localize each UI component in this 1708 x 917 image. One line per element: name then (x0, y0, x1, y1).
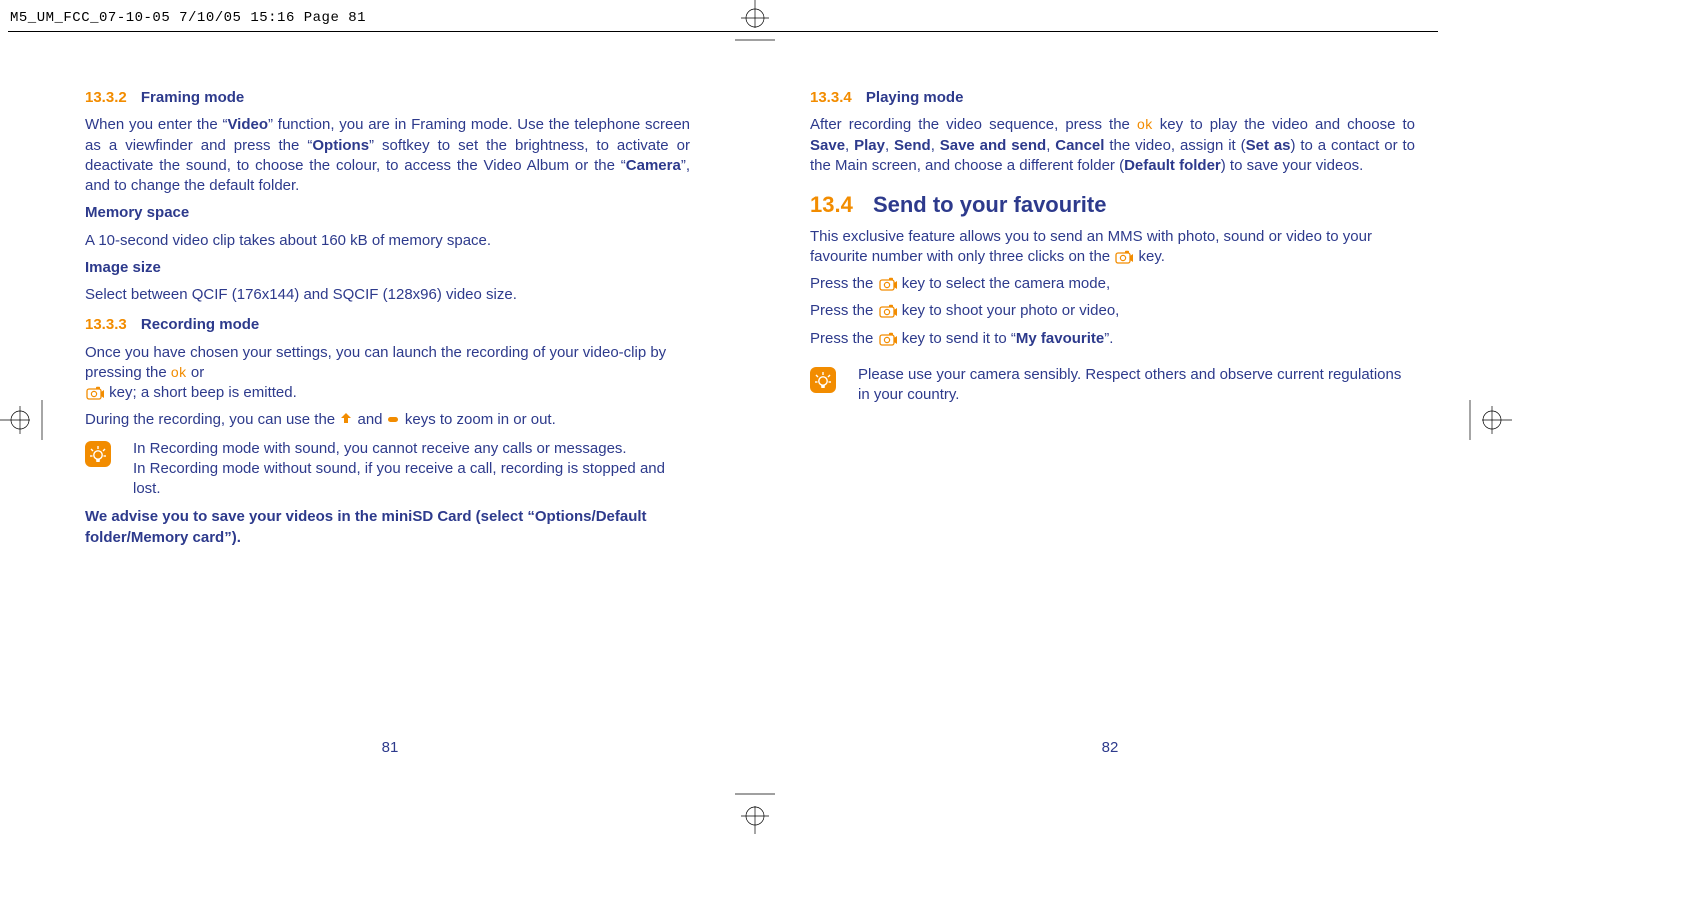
section-number: 13.3.4 (810, 89, 852, 106)
note-text: In Recording mode with sound, you cannot… (133, 439, 690, 500)
camera-key-icon (879, 332, 897, 346)
crop-mark-right (1468, 400, 1512, 440)
memory-space-heading: Memory space (85, 203, 690, 223)
section-number: 13.4 (810, 192, 853, 217)
section-number: 13.3.2 (85, 89, 127, 106)
page-footer: 81 82 (30, 738, 1470, 768)
playing-paragraph: After recording the video sequence, pres… (810, 115, 1415, 176)
bulb-icon (810, 367, 836, 393)
advise-text: We advise you to save your videos in the… (85, 507, 690, 548)
crop-mark-top (735, 0, 775, 42)
page-81: 13.3.2 Framing mode When you enter the “… (30, 82, 750, 555)
heading-13-3-3: 13.3.3 Recording mode (85, 315, 690, 335)
nav-up-icon (339, 411, 353, 430)
ok-key-icon: ok (171, 364, 187, 380)
image-size-text: Select between QCIF (176x144) and SQCIF … (85, 285, 690, 305)
nav-right-icon (387, 411, 401, 430)
section-number: 13.3.3 (85, 316, 127, 333)
memory-space-text: A 10-second video clip takes about 160 k… (85, 231, 690, 251)
section-title: Framing mode (141, 89, 244, 106)
page-82: 13.3.4 Playing mode After recording the … (750, 82, 1470, 555)
heading-13-3-2: 13.3.2 Framing mode (85, 88, 690, 108)
heading-13-3-4: 13.3.4 Playing mode (810, 88, 1415, 108)
heading-13-4: 13.4 Send to your favourite (810, 190, 1415, 220)
crop-mark-bottom (735, 792, 775, 834)
recording-paragraph-2: During the recording, you can use the an… (85, 410, 690, 430)
bulb-icon (85, 441, 111, 467)
image-size-heading: Image size (85, 258, 690, 278)
section-title: Send to your favourite (873, 192, 1106, 217)
favourite-step-1: Press the key to select the camera mode, (810, 274, 1415, 294)
favourite-step-2: Press the key to shoot your photo or vid… (810, 301, 1415, 321)
recording-note: In Recording mode with sound, you cannot… (85, 439, 690, 500)
header-rule (8, 31, 1438, 32)
sensible-use-note: Please use your camera sensibly. Respect… (810, 365, 1415, 406)
note-text: Please use your camera sensibly. Respect… (858, 365, 1415, 406)
recording-paragraph-1: Once you have chosen your settings, you … (85, 343, 690, 404)
page-spread: 13.3.2 Framing mode When you enter the “… (30, 82, 1470, 555)
ok-key-icon: ok (1137, 116, 1153, 132)
favourite-step-3: Press the key to send it to “My favourit… (810, 329, 1415, 349)
camera-key-icon (879, 277, 897, 291)
framing-paragraph: When you enter the “Video” function, you… (85, 115, 690, 196)
favourite-intro: This exclusive feature allows you to sen… (810, 227, 1415, 268)
section-title: Recording mode (141, 316, 259, 333)
camera-key-icon (1115, 250, 1133, 264)
file-stamp: M5_UM_FCC_07-10-05 7/10/05 15:16 Page 81 (10, 10, 366, 26)
section-title: Playing mode (866, 89, 964, 106)
camera-key-icon (86, 386, 104, 400)
page-number-left: 81 (382, 739, 399, 756)
page-number-right: 82 (1102, 739, 1119, 756)
camera-key-icon (879, 304, 897, 318)
